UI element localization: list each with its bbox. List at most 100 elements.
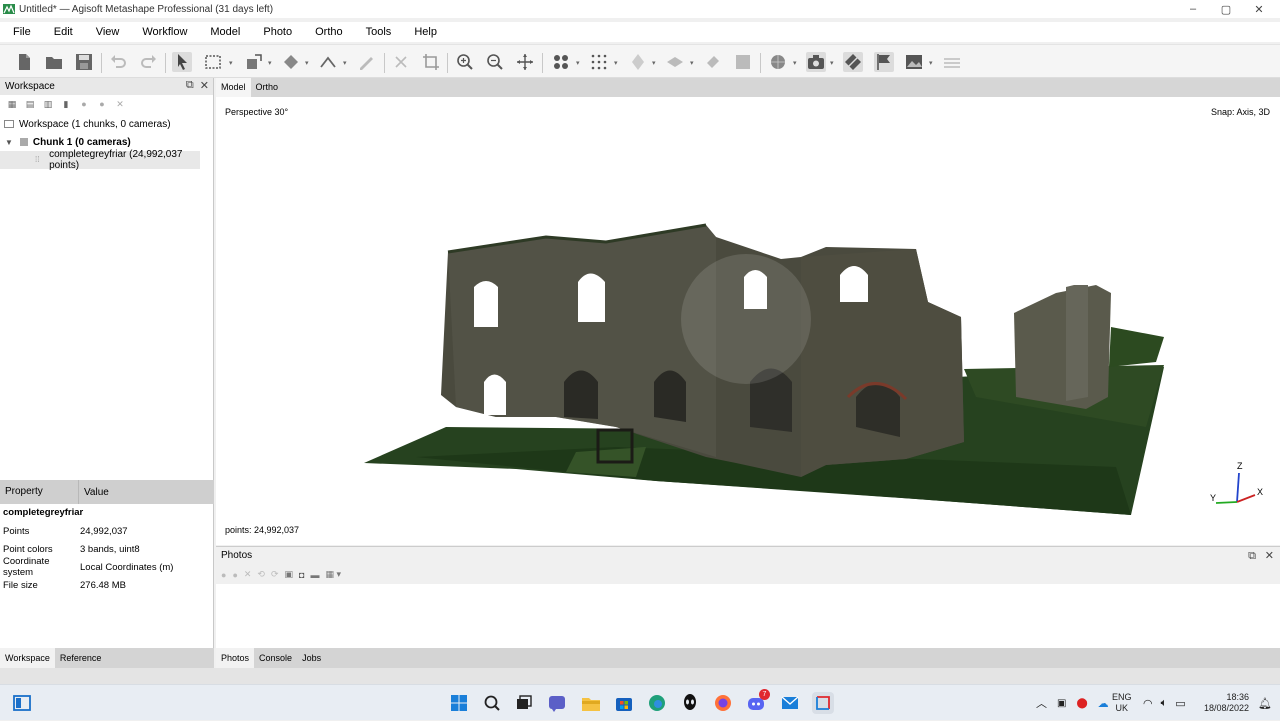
resize-region-icon[interactable] (244, 52, 264, 72)
add-folder-icon[interactable]: ▥ (41, 97, 55, 111)
rotate-object-icon[interactable] (281, 52, 301, 72)
enable-camera-icon[interactable]: ● (221, 570, 226, 580)
notifications-icon[interactable]: 🔔︎ (1258, 685, 1272, 721)
region-dropdown-icon[interactable]: ▾ (268, 59, 274, 67)
tab-ortho[interactable]: Ortho (251, 78, 284, 97)
remove-camera-icon[interactable]: ✕ (244, 569, 252, 580)
capture-dropdown-icon[interactable]: ▾ (830, 59, 836, 67)
undo-icon[interactable] (108, 52, 128, 72)
onedrive-icon[interactable]: ☁ (1098, 697, 1109, 710)
menu-ortho[interactable]: Ortho (302, 26, 353, 38)
tree-workspace-root[interactable]: Workspace (1 chunks, 0 cameras) (0, 115, 213, 133)
menu-help[interactable]: Help (401, 26, 447, 38)
quick-settings[interactable]: ◠ 🔈︎ ▭ (1143, 685, 1186, 721)
cameras-dropdown-icon[interactable]: ▾ (576, 59, 582, 67)
point-cloud-dropdown-icon[interactable]: ▾ (614, 59, 620, 67)
windows-start-icon[interactable] (448, 692, 470, 714)
search-icon[interactable] (481, 692, 503, 714)
tiled-dropdown-icon[interactable]: ▾ (690, 59, 696, 67)
menu-view[interactable]: View (83, 26, 130, 38)
flag-icon[interactable] (874, 52, 894, 72)
shaded-model-icon[interactable] (628, 52, 648, 72)
photos-close-icon[interactable]: ✕ (1265, 547, 1274, 565)
ruler-icon[interactable] (318, 52, 338, 72)
alienware-icon[interactable] (679, 692, 701, 714)
camera-thumb-icon[interactable]: ▬ (310, 570, 319, 580)
remove-icon[interactable]: ✕ (113, 97, 127, 111)
mail-icon[interactable] (779, 692, 801, 714)
zoom-in-icon[interactable] (455, 52, 475, 72)
undock-icon[interactable]: ⧉ (186, 79, 194, 92)
rotate-left-icon[interactable]: ⟲ (257, 569, 265, 580)
globe-dropdown-icon[interactable]: ▾ (793, 59, 799, 67)
layers-icon[interactable] (942, 52, 962, 72)
maximize-button[interactable]: ▢ (1211, 0, 1241, 18)
menu-file[interactable]: File (0, 26, 41, 38)
image-view-icon[interactable] (904, 52, 924, 72)
orthomosaic-icon[interactable] (733, 52, 753, 72)
zoom-out-icon[interactable] (485, 52, 505, 72)
teams-chat-icon[interactable] (546, 692, 568, 714)
globe-view-icon[interactable] (768, 52, 788, 72)
clock[interactable]: 18:36 18/08/2022 (1203, 685, 1249, 721)
menu-tools[interactable]: Tools (353, 26, 402, 38)
view-mode-icon[interactable]: ▦ ▾ (325, 569, 341, 580)
value-column-header[interactable]: Value (79, 487, 109, 498)
property-column-header[interactable]: Property (0, 480, 79, 504)
menu-photo[interactable]: Photo (250, 26, 302, 38)
ruler-dropdown-icon[interactable]: ▾ (343, 59, 349, 67)
tray-app-icon[interactable]: ▣ (1057, 698, 1066, 709)
filter-icon[interactable]: ▣ (285, 569, 294, 580)
language-indicator[interactable]: ENG UK (1112, 685, 1132, 721)
menu-edit[interactable]: Edit (41, 26, 83, 38)
metashape-taskbar-icon[interactable] (812, 692, 834, 714)
tab-jobs[interactable]: Jobs (297, 648, 326, 668)
crop-selection-icon[interactable] (421, 52, 441, 72)
mask-icon[interactable]: ◘ (299, 570, 304, 580)
chevron-up-icon[interactable]: ︿ (1036, 695, 1047, 711)
tiled-model-icon[interactable] (665, 52, 685, 72)
close-panel-icon[interactable]: ✕ (200, 79, 209, 92)
menu-model[interactable]: Model (197, 26, 250, 38)
capture-view-icon[interactable] (806, 52, 826, 72)
rectangle-selection-icon[interactable] (203, 52, 223, 72)
show-markers-icon[interactable] (843, 52, 863, 72)
image-dropdown-icon[interactable]: ▾ (929, 59, 935, 67)
disable-camera-icon[interactable]: ● (232, 570, 237, 580)
navigation-cursor-icon[interactable] (172, 52, 192, 72)
tab-photos[interactable]: Photos (216, 648, 255, 668)
edge-browser-icon[interactable] (646, 692, 668, 714)
enable-icon[interactable]: ● (77, 97, 91, 111)
selection-dropdown-icon[interactable]: ▾ (229, 59, 235, 67)
tab-reference[interactable]: Reference (55, 648, 107, 668)
model-dropdown-icon[interactable]: ▾ (652, 59, 658, 67)
disable-icon[interactable]: ● (95, 97, 109, 111)
tab-console[interactable]: Console (254, 648, 297, 668)
close-window-button[interactable]: ✕ (1244, 0, 1274, 18)
add-marker-icon[interactable]: ▮ (59, 97, 73, 111)
tab-workspace[interactable]: Workspace (0, 648, 55, 668)
tree-point-cloud[interactable]: ⁞⁞ completegreyfriar (24,992,037 points) (0, 149, 200, 171)
expand-chunk-icon[interactable]: ▼ (5, 138, 13, 147)
tab-model[interactable]: Model (216, 78, 251, 97)
microsoft-store-icon[interactable] (613, 692, 635, 714)
file-explorer-icon[interactable] (580, 692, 602, 714)
discord-icon[interactable]: 7 (746, 689, 770, 714)
point-cloud-view-icon[interactable] (589, 52, 609, 72)
redo-icon[interactable] (139, 52, 159, 72)
delete-selection-icon[interactable] (391, 52, 411, 72)
save-icon[interactable] (74, 52, 94, 72)
rotate-right-icon[interactable]: ⟳ (271, 569, 279, 580)
move-icon[interactable] (515, 52, 535, 72)
security-icon[interactable]: ⬤ (1076, 698, 1087, 709)
add-photos-icon[interactable]: ▤ (23, 97, 37, 111)
menu-workflow[interactable]: Workflow (129, 26, 197, 38)
open-folder-icon[interactable] (44, 52, 64, 72)
task-view-icon[interactable] (513, 692, 535, 714)
firefox-icon[interactable] (712, 692, 734, 714)
show-cameras-icon[interactable] (551, 52, 571, 72)
photos-undock-icon[interactable]: ⧉ (1248, 547, 1256, 565)
show-desktop-icon[interactable] (11, 692, 33, 714)
shapes-icon[interactable] (703, 52, 723, 72)
add-chunk-icon[interactable]: ▦ (5, 97, 19, 111)
